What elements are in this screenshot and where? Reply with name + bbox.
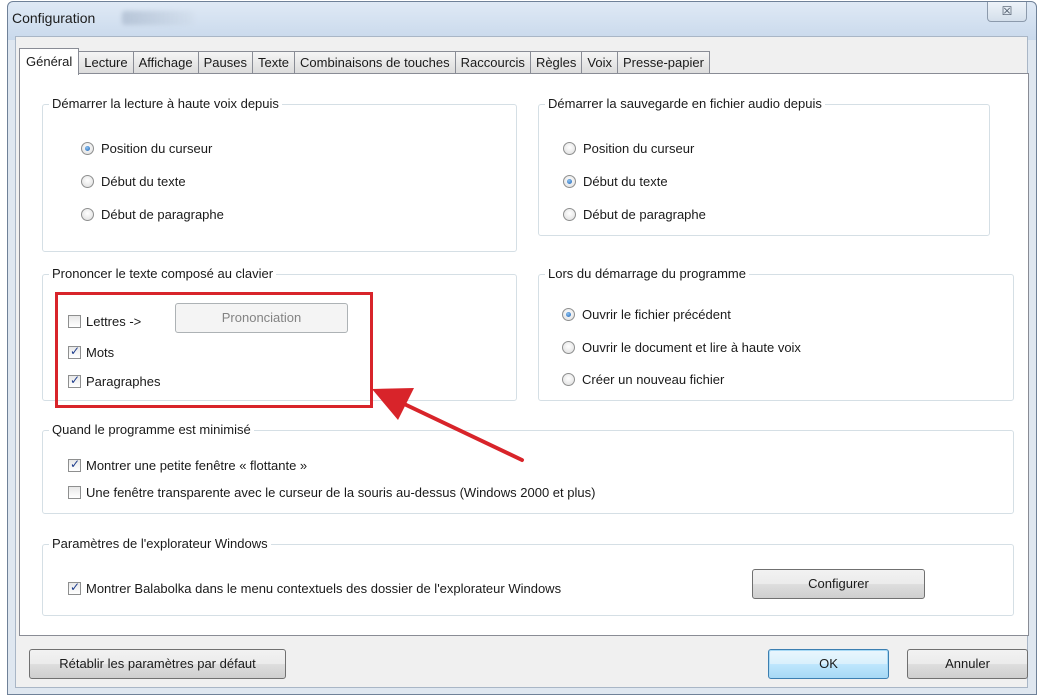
option-label: Ouvrir le document et lire à haute voix: [582, 340, 801, 355]
context-menu-checkbox[interactable]: [68, 580, 81, 595]
annotation-highlight-box: [55, 292, 373, 408]
floating-window-label: Montrer une petite fenêtre « flottante »: [86, 458, 308, 473]
close-button[interactable]: ☒: [987, 2, 1027, 22]
radio-button[interactable]: [562, 341, 575, 354]
option-label: Début du texte: [101, 174, 186, 189]
radio-button-selected[interactable]: [563, 175, 576, 188]
read-aloud-group-title: Démarrer la lecture à haute voix depuis: [49, 96, 282, 111]
tab-regles[interactable]: Règles: [530, 51, 583, 74]
window-title: Configuration: [12, 10, 96, 26]
typed-text-group-title: Prononcer le texte composé au clavier: [49, 266, 277, 281]
minimized-group-title: Quand le programme est minimisé: [49, 422, 254, 437]
radio-button[interactable]: [563, 208, 576, 221]
radio-button[interactable]: [81, 175, 94, 188]
configure-button[interactable]: Configurer: [752, 569, 925, 599]
minimized-group: Quand le programme est minimisé Montrer …: [42, 422, 1014, 514]
startup-group-title: Lors du démarrage du programme: [545, 266, 749, 281]
option-label: Début du texte: [583, 174, 668, 189]
transparent-window-checkbox[interactable]: [68, 486, 81, 499]
tab-presse-papier[interactable]: Presse-papier: [617, 51, 710, 74]
radio-button-selected[interactable]: [562, 308, 575, 321]
radio-button[interactable]: [81, 208, 94, 221]
read-aloud-option-text-start[interactable]: Début du texte: [81, 174, 186, 189]
reset-defaults-button[interactable]: Rétablir les paramètres par défaut: [29, 649, 286, 679]
ok-button[interactable]: OK: [768, 649, 889, 679]
tab-raccourcis[interactable]: Raccourcis: [455, 51, 531, 74]
floating-window-checkbox-row[interactable]: Montrer une petite fenêtre « flottante »: [68, 457, 308, 473]
close-icon: ☒: [1001, 4, 1013, 18]
radio-button[interactable]: [563, 142, 576, 155]
tab-strip: Général Lecture Affichage Pauses Texte C…: [19, 48, 710, 75]
radio-button-selected[interactable]: [81, 142, 94, 155]
tab-general[interactable]: Général: [19, 48, 80, 75]
option-label: Position du curseur: [101, 141, 213, 156]
tab-pauses[interactable]: Pauses: [198, 51, 253, 74]
option-label: Créer un nouveau fichier: [582, 372, 725, 387]
tab-voix[interactable]: Voix: [582, 51, 618, 74]
startup-option-open-and-read[interactable]: Ouvrir le document et lire à haute voix: [562, 340, 801, 355]
tab-affichage[interactable]: Affichage: [133, 51, 199, 74]
save-audio-group-title: Démarrer la sauvegarde en fichier audio …: [545, 96, 825, 111]
tab-lecture[interactable]: Lecture: [79, 51, 134, 74]
option-label: Ouvrir le fichier précédent: [582, 307, 731, 322]
tab-texte[interactable]: Texte: [252, 51, 296, 74]
transparent-window-label: Une fenêtre transparente avec le curseur…: [86, 485, 596, 500]
radio-button[interactable]: [562, 373, 575, 386]
context-menu-checkbox-row[interactable]: Montrer Balabolka dans le menu contextue…: [68, 580, 562, 596]
option-label: Position du curseur: [583, 141, 695, 156]
option-label: Début de paragraphe: [101, 207, 224, 222]
explorer-group-title: Paramètres de l'explorateur Windows: [49, 536, 271, 551]
transparent-window-checkbox-row[interactable]: Une fenêtre transparente avec le curseur…: [68, 485, 595, 500]
save-audio-option-text-start[interactable]: Début du texte: [563, 174, 668, 189]
save-audio-option-paragraph-start[interactable]: Début de paragraphe: [563, 207, 706, 222]
save-audio-option-cursor[interactable]: Position du curseur: [563, 141, 694, 156]
read-aloud-option-cursor[interactable]: Position du curseur: [81, 141, 212, 156]
startup-option-new-file[interactable]: Créer un nouveau fichier: [562, 372, 724, 387]
save-audio-group: Démarrer la sauvegarde en fichier audio …: [538, 96, 990, 236]
context-menu-label: Montrer Balabolka dans le menu contextue…: [86, 581, 562, 596]
blurred-title-text: [122, 11, 194, 25]
read-aloud-option-paragraph-start[interactable]: Début de paragraphe: [81, 207, 224, 222]
title-bar[interactable]: Configuration ☒: [8, 2, 1036, 36]
read-aloud-group: Démarrer la lecture à haute voix depuis …: [42, 96, 517, 252]
option-label: Début de paragraphe: [583, 207, 706, 222]
startup-option-open-previous[interactable]: Ouvrir le fichier précédent: [562, 307, 731, 322]
floating-window-checkbox[interactable]: [68, 457, 81, 472]
explorer-group: Paramètres de l'explorateur Windows Mont…: [42, 536, 1014, 616]
tab-combinaisons-de-touches[interactable]: Combinaisons de touches: [295, 51, 456, 74]
cancel-button[interactable]: Annuler: [907, 649, 1028, 679]
startup-group: Lors du démarrage du programme Ouvrir le…: [538, 266, 1014, 401]
